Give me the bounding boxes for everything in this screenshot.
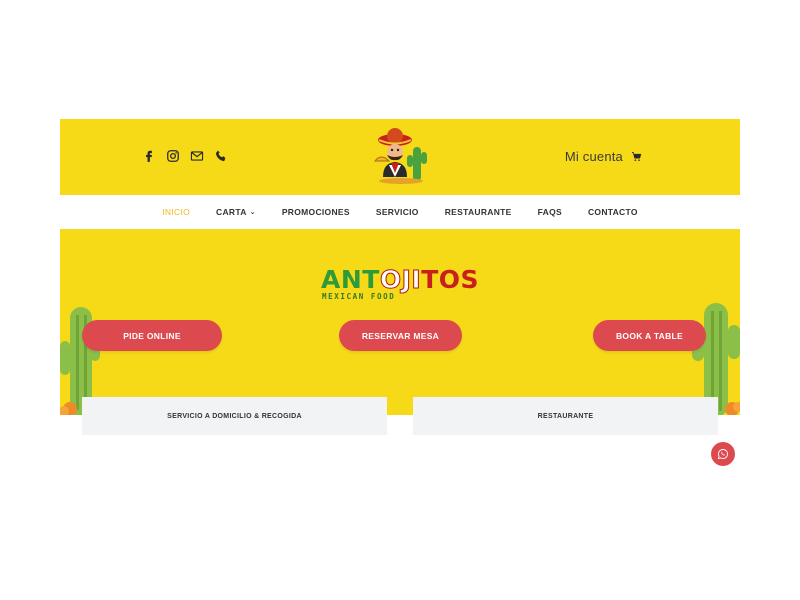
social-links <box>142 149 228 163</box>
facebook-icon[interactable] <box>142 149 156 163</box>
nav-item-label: SERVICIO <box>375 207 419 217</box>
main-nav: INICIO CARTA ⌄ PROMOCIONES SERVICIO RESTA… <box>60 195 740 229</box>
pide-online-button[interactable]: PIDE ONLINE <box>82 320 222 351</box>
logo-wordmark: ANTOJITOS <box>321 265 479 295</box>
top-bar: Mi cuenta <box>60 119 740 195</box>
card-label: SERVICIO A DOMICILIO & RECOGIDA <box>167 412 302 420</box>
email-icon[interactable] <box>190 149 204 163</box>
logo-part-2: OJI <box>379 265 422 295</box>
whatsapp-icon <box>717 449 728 460</box>
whatsapp-button[interactable] <box>711 442 735 466</box>
logo-part-3: TOS <box>421 265 479 294</box>
nav-item-inicio[interactable]: INICIO <box>162 207 190 217</box>
card-label: RESTAURANTE <box>537 412 594 420</box>
book-a-table-button[interactable]: BOOK A TABLE <box>593 320 706 351</box>
nav-item-label: INICIO <box>162 207 191 217</box>
chevron-down-icon: ⌄ <box>249 209 256 216</box>
account-label: Mi cuenta <box>564 149 623 164</box>
account-link[interactable]: Mi cuenta <box>565 149 642 164</box>
nav-item-restaurante[interactable]: RESTAURANTE <box>445 207 512 217</box>
logo-part-1: ANT <box>321 265 380 294</box>
cart-icon <box>631 152 642 161</box>
nav-item-servicio[interactable]: SERVICIO <box>376 207 419 217</box>
nav-item-label: CONTACTO <box>587 207 638 217</box>
nav-item-promociones[interactable]: PROMOCIONES <box>282 207 350 217</box>
card-restaurante[interactable]: RESTAURANTE <box>413 397 718 435</box>
nav-item-label: CARTA <box>216 207 247 217</box>
mascot-logo[interactable] <box>369 125 433 189</box>
nav-item-carta[interactable]: CARTA ⌄ <box>216 207 256 217</box>
logo-subtitle: MEXICAN FOOD <box>322 292 396 301</box>
nav-item-faqs[interactable]: FAQS <box>538 207 562 217</box>
antojitos-logo[interactable]: ANTOJITOS MEXICAN FOOD <box>321 265 486 305</box>
phone-icon[interactable] <box>214 149 228 163</box>
nav-item-label: PROMOCIONES <box>281 207 350 217</box>
card-delivery[interactable]: SERVICIO A DOMICILIO & RECOGIDA <box>82 397 387 435</box>
hero-section: ANTOJITOS MEXICAN FOOD PIDE ONLINE RESER… <box>60 229 740 415</box>
nav-item-label: RESTAURANTE <box>444 207 512 217</box>
instagram-icon[interactable] <box>166 149 180 163</box>
nav-item-contacto[interactable]: CONTACTO <box>588 207 638 217</box>
site-wrapper: Mi cuenta INICIO CARTA ⌄ PROMOCIONES SERV… <box>60 119 740 435</box>
nav-item-label: FAQS <box>537 207 562 217</box>
reservar-mesa-button[interactable]: RESERVAR MESA <box>339 320 462 351</box>
